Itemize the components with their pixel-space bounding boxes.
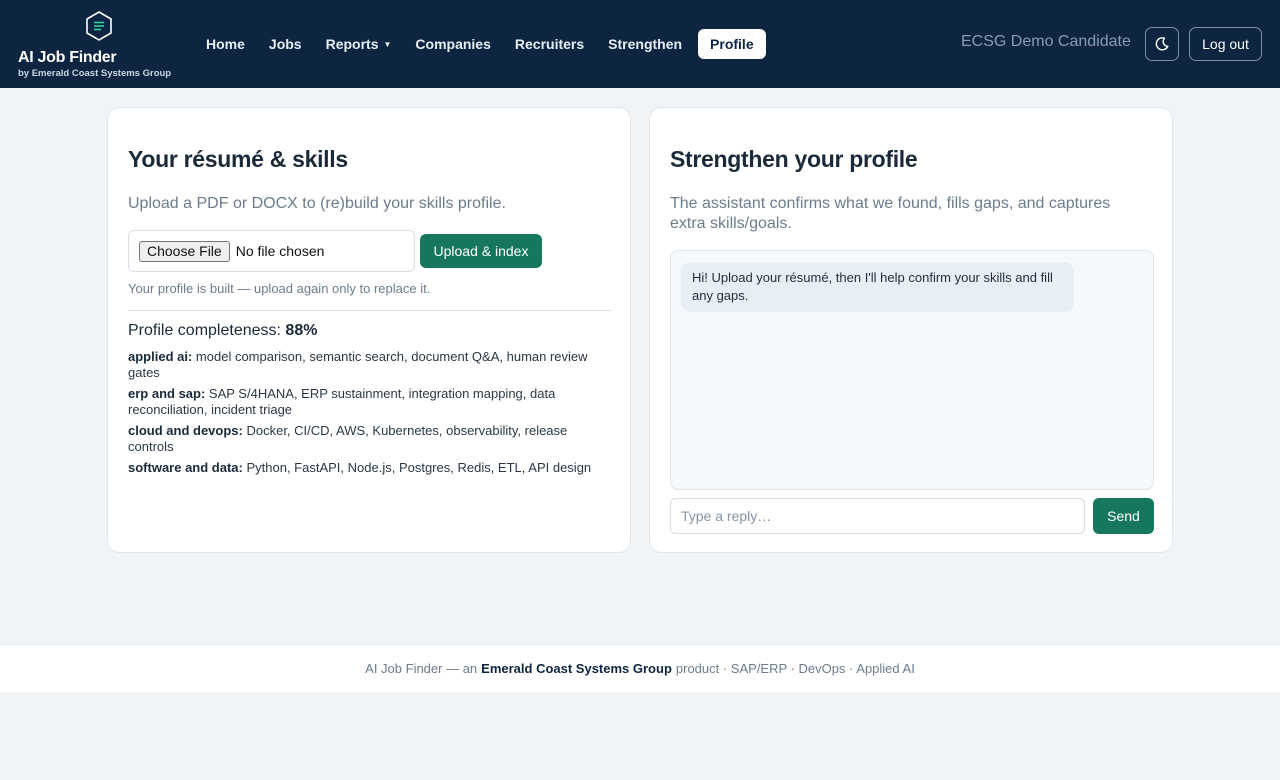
moon-icon xyxy=(1155,37,1169,51)
skill-row-software-data: software and data: Python, FastAPI, Node… xyxy=(128,460,612,476)
logout-button[interactable]: Log out xyxy=(1189,27,1262,61)
skill-row-erp-sap: erp and sap: SAP S/4HANA, ERP sustainmen… xyxy=(128,386,612,418)
file-input[interactable]: Choose File No file chosen xyxy=(128,230,415,272)
skill-items: Python, FastAPI, Node.js, Postgres, Redi… xyxy=(246,460,592,475)
resume-title: Your résumé & skills xyxy=(128,146,348,172)
nav-jobs[interactable]: Jobs xyxy=(257,29,314,59)
footer-prefix: AI Job Finder — an xyxy=(365,661,478,676)
skill-category: cloud and devops: xyxy=(128,423,243,438)
footer: AI Job Finder — an Emerald Coast Systems… xyxy=(0,644,1280,692)
assistant-message: Hi! Upload your résumé, then I'll help c… xyxy=(681,262,1074,312)
resume-card: Your résumé & skills Upload a PDF or DOC… xyxy=(107,107,631,553)
profile-completeness: Profile completeness: 88% xyxy=(128,322,317,340)
skill-row-applied-ai: applied ai: model comparison, semantic s… xyxy=(128,349,612,381)
send-button[interactable]: Send xyxy=(1093,498,1154,534)
skill-category: erp and sap: xyxy=(128,386,206,401)
footer-company-link[interactable]: Emerald Coast Systems Group xyxy=(481,661,672,676)
nav-reports-label: Reports xyxy=(325,36,379,52)
choose-file-button[interactable]: Choose File xyxy=(139,240,230,262)
chat-log[interactable]: Hi! Upload your résumé, then I'll help c… xyxy=(670,250,1154,490)
completeness-value: 88% xyxy=(285,322,318,339)
brand-title: AI Job Finder xyxy=(18,49,117,66)
skill-category: software and data: xyxy=(128,460,243,475)
completeness-label: Profile completeness: xyxy=(128,322,281,339)
nav-companies[interactable]: Companies xyxy=(403,29,502,59)
hexagon-logo-icon xyxy=(86,11,112,41)
brand[interactable]: AI Job Finder by Emerald Coast Systems G… xyxy=(18,10,188,82)
strengthen-title: Strengthen your profile xyxy=(670,146,918,172)
skill-category: applied ai: xyxy=(128,349,193,364)
user-name: ECSG Demo Candidate xyxy=(961,33,1131,50)
nav-home[interactable]: Home xyxy=(194,29,257,59)
strengthen-card: Strengthen your profile The assistant co… xyxy=(649,107,1173,553)
nav-strengthen[interactable]: Strengthen xyxy=(596,29,694,59)
nav-reports-dropdown[interactable]: Reports ▼ xyxy=(314,29,404,59)
theme-toggle-button[interactable] xyxy=(1145,27,1179,61)
resume-lead: Upload a PDF or DOCX to (re)build your s… xyxy=(128,195,506,212)
skills-list: applied ai: model comparison, semantic s… xyxy=(128,349,612,481)
file-status: No file chosen xyxy=(235,243,325,259)
reply-input[interactable] xyxy=(670,498,1085,534)
caret-down-icon: ▼ xyxy=(383,39,392,49)
strengthen-lead: The assistant confirms what we found, fi… xyxy=(670,195,1111,232)
upload-index-button[interactable]: Upload & index xyxy=(420,234,542,268)
brand-subtitle: by Emerald Coast Systems Group xyxy=(18,68,172,79)
footer-suffix: product · SAP/ERP · DevOps · Applied AI xyxy=(675,661,915,676)
nav-recruiters[interactable]: Recruiters xyxy=(503,29,596,59)
profile-built-note: Your profile is built — upload again onl… xyxy=(128,281,431,296)
nav-profile[interactable]: Profile xyxy=(698,29,766,59)
divider xyxy=(128,310,612,311)
skill-row-cloud-devops: cloud and devops: Docker, CI/CD, AWS, Ku… xyxy=(128,423,612,455)
main-nav: Home Jobs Reports ▼ Companies Recruiters… xyxy=(194,29,766,59)
top-navbar: AI Job Finder by Emerald Coast Systems G… xyxy=(0,0,1280,88)
skill-items: model comparison, semantic search, docum… xyxy=(128,349,588,380)
